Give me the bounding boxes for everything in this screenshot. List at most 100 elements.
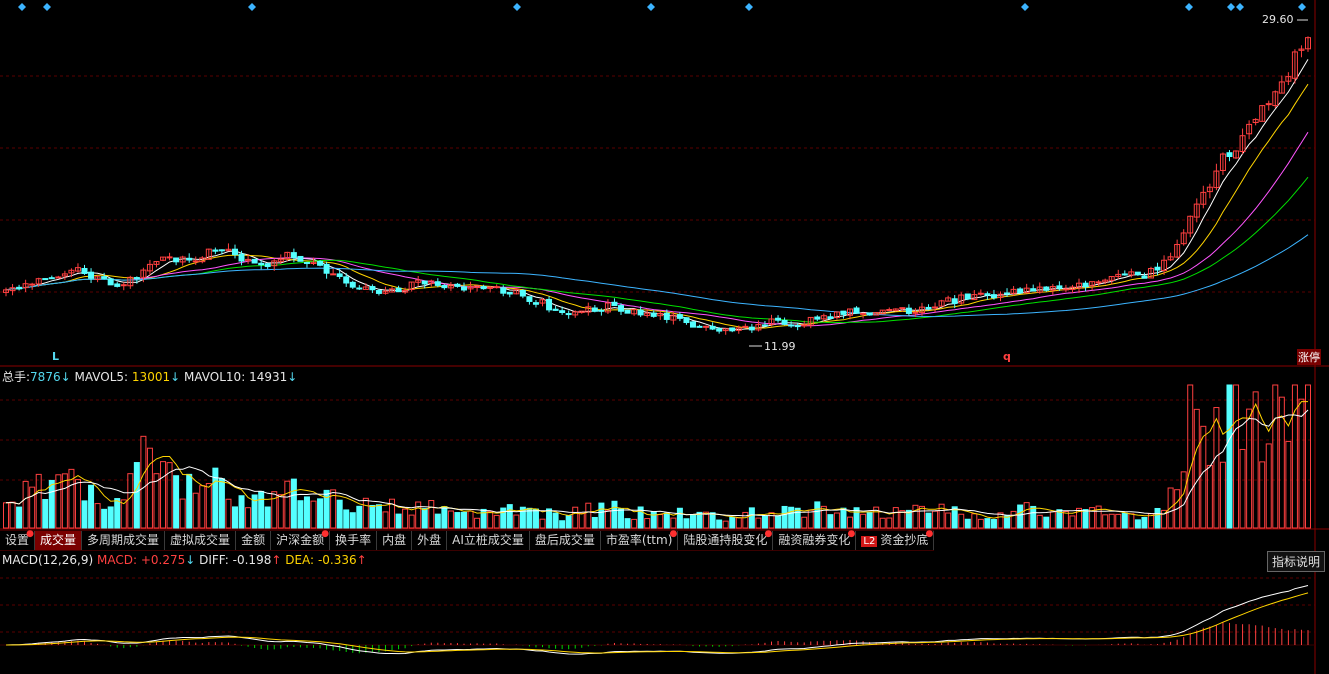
candle-body — [696, 325, 703, 328]
candle-body — [618, 305, 625, 312]
volume-bar — [735, 517, 742, 529]
candle-body — [1141, 275, 1148, 279]
macd-value: +0.275 — [140, 553, 186, 567]
candle-body — [716, 328, 723, 332]
volume-bar — [140, 435, 147, 529]
candle-body — [788, 324, 795, 327]
tab-10[interactable]: 盘后成交量 — [530, 531, 601, 550]
candle-body — [1082, 282, 1089, 288]
tab-9[interactable]: AI立桩成交量 — [447, 531, 530, 550]
candle-body — [375, 290, 382, 294]
candle-body — [218, 249, 225, 252]
tab-7[interactable]: 内盘 — [377, 531, 413, 550]
volume-bar — [513, 514, 520, 529]
candle-body — [794, 325, 801, 328]
volume-bar — [801, 516, 808, 529]
candle-body — [689, 321, 696, 328]
volume-bar — [814, 501, 821, 529]
tab-0[interactable]: 设置 ● — [0, 530, 36, 550]
mavol10-arrow: ↓ — [287, 370, 298, 384]
candle-body — [434, 281, 441, 286]
candle-body — [552, 308, 559, 311]
volume-bar — [860, 513, 867, 529]
tab-6[interactable]: 换手率 — [330, 531, 378, 550]
tab-label: 金额 — [241, 533, 266, 547]
tab-3[interactable]: 虚拟成交量 — [165, 531, 237, 550]
volume-bar — [1259, 461, 1266, 529]
candle-body — [683, 317, 690, 324]
candle-body — [48, 277, 55, 280]
volume-bar — [297, 500, 304, 529]
dea-line — [6, 592, 1309, 654]
tab-5[interactable]: 沪深金额 ● — [271, 530, 331, 550]
tab-2[interactable]: 多周期成交量 — [82, 531, 166, 550]
volume-bar — [447, 510, 454, 529]
tab-4[interactable]: 金额 — [236, 531, 272, 550]
candle-body — [356, 287, 363, 290]
volume-bar — [205, 483, 212, 529]
volume-bar — [290, 478, 297, 529]
candle-body — [565, 313, 572, 316]
tab-11[interactable]: 市盈率(ttm) ● — [601, 529, 679, 550]
volume-bar — [1121, 512, 1128, 529]
volume-bar — [146, 447, 153, 529]
volume-bar — [493, 514, 500, 529]
volume-bar — [925, 512, 932, 529]
candle-body — [506, 291, 513, 295]
volume-bar — [271, 491, 278, 529]
tab-12[interactable]: 陆股通持股变化 ● — [678, 530, 774, 550]
tab-14[interactable]: L2 资金抄底 ● — [856, 530, 935, 550]
indicator-tabs: 设置 ● 成交量 多周期成交量 虚拟成交量 金额 沪深金额 ● 换手率 内盘 外盘 AI立桩成交量 盘后… — [0, 529, 935, 551]
candle-body — [1004, 292, 1011, 295]
volume-bar — [1305, 384, 1311, 529]
candle-body — [905, 307, 912, 314]
tab-notice-dot: ● — [669, 529, 678, 539]
volume-bar — [1069, 515, 1076, 529]
volume-bar — [186, 473, 193, 529]
candle-body — [676, 314, 683, 319]
volume-bar — [755, 517, 762, 529]
candle-body — [591, 307, 598, 312]
volume-bar — [775, 515, 782, 529]
candle-body — [546, 298, 553, 311]
volume-legend: 总手:7876↓ MAVOL5: 13001↓ MAVOL10: 14931↓ — [2, 368, 297, 385]
candle-body — [258, 262, 265, 266]
candle-body — [912, 311, 919, 314]
candle-body — [421, 280, 428, 285]
tab-13[interactable]: 融资融券变化 ● — [773, 530, 857, 550]
volume-bar — [827, 514, 834, 529]
volume-bar — [218, 478, 225, 529]
diff-value: -0.198 — [232, 553, 272, 567]
volume-bar — [349, 512, 356, 529]
candle-body — [173, 257, 180, 263]
volume-bar — [1043, 516, 1050, 529]
volume-bar — [474, 517, 481, 529]
tab-1[interactable]: 成交量 — [35, 531, 83, 550]
candle-body — [460, 286, 467, 291]
volume-bar — [650, 511, 657, 529]
event-diamond-icon — [18, 3, 26, 11]
stock-chart[interactable] — [0, 0, 1329, 674]
event-diamond-icon — [1236, 3, 1244, 11]
volume-bar — [676, 507, 683, 529]
candle-body — [781, 319, 788, 325]
tab-8[interactable]: 外盘 — [412, 531, 448, 550]
event-diamond-icon — [647, 3, 655, 11]
dea-label: DEA: — [285, 553, 315, 567]
volume-bar — [303, 496, 310, 529]
volume-bar — [840, 507, 847, 529]
volume-bar — [748, 507, 755, 529]
volume-bar — [48, 479, 55, 529]
volume-bar — [932, 510, 939, 529]
candle-body — [709, 325, 716, 330]
candle-body — [441, 285, 448, 289]
volume-bar — [1102, 514, 1109, 529]
volume-bar — [402, 508, 409, 529]
volume-bar — [74, 479, 81, 529]
candle-body — [212, 249, 219, 252]
volume-bar — [35, 473, 42, 529]
macd-arrow: ↓ — [185, 553, 196, 567]
volume-bar — [833, 512, 840, 529]
indicator-help-button[interactable]: 指标说明 — [1266, 551, 1325, 572]
volume-bar — [1291, 384, 1298, 529]
